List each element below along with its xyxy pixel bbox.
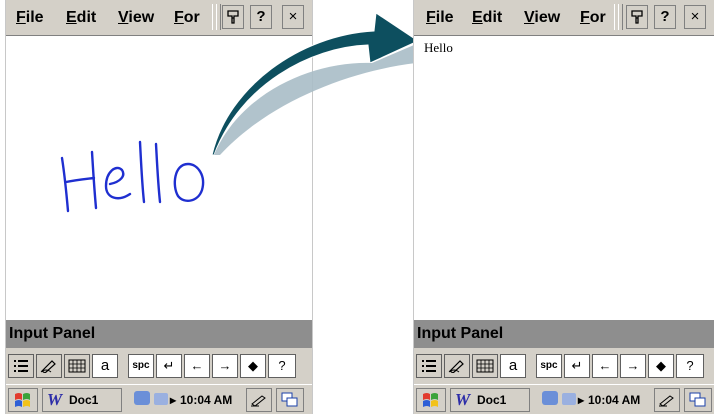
enter-key[interactable]: ↵ bbox=[564, 354, 590, 378]
menu-file[interactable]: File bbox=[16, 9, 44, 27]
network-icon[interactable] bbox=[542, 391, 558, 405]
left-arrow-key[interactable]: ← bbox=[592, 354, 618, 378]
document-text: Hello bbox=[424, 40, 453, 55]
word-icon: W bbox=[47, 390, 63, 409]
connection-icon[interactable] bbox=[154, 393, 168, 405]
transition-arrow-icon bbox=[211, 12, 420, 156]
network-icon[interactable] bbox=[134, 391, 150, 405]
menu-edit[interactable]: Edit bbox=[66, 9, 96, 27]
left-arrow-key[interactable]: ← bbox=[184, 354, 210, 378]
menu-separator bbox=[618, 4, 623, 30]
enter-key[interactable]: ↵ bbox=[156, 354, 182, 378]
letter-mode-key[interactable]: a bbox=[500, 354, 526, 378]
menu-view[interactable]: View bbox=[118, 9, 154, 27]
backspace-key[interactable]: ◆ bbox=[648, 354, 674, 378]
connection-icon[interactable] bbox=[562, 393, 576, 405]
menu-format[interactable]: For bbox=[580, 9, 606, 27]
sip-toolbar: a spc ↵ ← → ◆ ? bbox=[6, 348, 312, 384]
list-icon[interactable] bbox=[8, 354, 34, 378]
input-panel-icon[interactable] bbox=[246, 388, 272, 412]
menu-format[interactable]: For bbox=[174, 9, 200, 27]
keyboard-icon[interactable] bbox=[472, 354, 498, 378]
taskbar: W Doc1 ▸ 10:04 AM bbox=[6, 384, 312, 414]
taskbar-doc-label: Doc1 bbox=[69, 393, 99, 407]
input-panel-icon[interactable] bbox=[654, 388, 680, 412]
close-button[interactable]: × bbox=[684, 5, 706, 29]
backspace-key[interactable]: ◆ bbox=[240, 354, 266, 378]
taskbar-doc-label: Doc1 bbox=[477, 393, 507, 407]
clock[interactable]: 10:04 AM bbox=[588, 393, 640, 407]
clock-arrow-icon: ▸ bbox=[578, 393, 585, 407]
letter-mode-key[interactable]: a bbox=[92, 354, 118, 378]
list-icon[interactable] bbox=[416, 354, 442, 378]
space-key[interactable]: spc bbox=[128, 354, 154, 378]
taskbar-doc-button[interactable]: W Doc1 bbox=[42, 388, 122, 412]
input-panel-title: Input Panel bbox=[6, 320, 312, 348]
format-painter-icon[interactable] bbox=[626, 5, 648, 29]
menu-file[interactable]: File bbox=[426, 9, 454, 27]
menu-view[interactable]: View bbox=[524, 9, 560, 27]
start-button[interactable] bbox=[416, 388, 446, 412]
keyboard-icon[interactable] bbox=[64, 354, 90, 378]
space-key[interactable]: spc bbox=[536, 354, 562, 378]
menu-edit[interactable]: Edit bbox=[472, 9, 502, 27]
handwriting-icon[interactable] bbox=[36, 354, 62, 378]
taskbar-doc-button[interactable]: W Doc1 bbox=[450, 388, 530, 412]
document-area[interactable]: Hello bbox=[414, 36, 714, 320]
windows-switch-icon[interactable] bbox=[684, 388, 712, 412]
handwriting-icon[interactable] bbox=[444, 354, 470, 378]
right-screen: File Edit View For ? × Hello Input Panel… bbox=[413, 0, 714, 414]
right-arrow-key[interactable]: → bbox=[212, 354, 238, 378]
help-key[interactable]: ? bbox=[268, 354, 296, 378]
menu-bar: File Edit View For ? × bbox=[414, 0, 714, 36]
word-icon: W bbox=[455, 390, 471, 409]
clock-arrow-icon: ▸ bbox=[170, 393, 177, 407]
right-arrow-key[interactable]: → bbox=[620, 354, 646, 378]
help-key[interactable]: ? bbox=[676, 354, 704, 378]
input-panel-title: Input Panel bbox=[414, 320, 714, 348]
sip-toolbar: a spc ↵ ← → ◆ ? bbox=[414, 348, 714, 384]
windows-flag-icon bbox=[15, 393, 30, 407]
help-button[interactable]: ? bbox=[654, 5, 676, 29]
taskbar: W Doc1 ▸ 10:04 AM bbox=[414, 384, 714, 414]
windows-switch-icon[interactable] bbox=[276, 388, 304, 412]
start-button[interactable] bbox=[8, 388, 38, 412]
windows-flag-icon bbox=[423, 393, 438, 407]
clock[interactable]: 10:04 AM bbox=[180, 393, 232, 407]
